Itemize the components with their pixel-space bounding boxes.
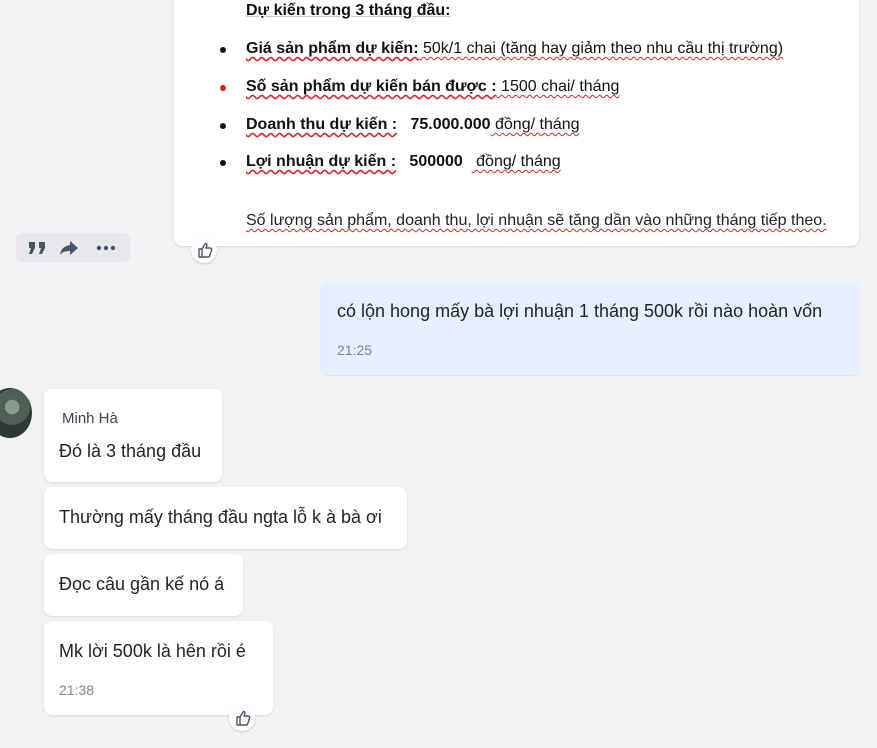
- doc-item-amount: 500000: [409, 153, 463, 170]
- doc-list-item: Doanh thu dự kiến : 75.000.000 đồng/ thá…: [220, 116, 580, 134]
- message-text: Đọc câu gần kế nó á: [59, 574, 225, 594]
- forward-icon[interactable]: [57, 237, 81, 259]
- doc-heading: Dự kiến trong 3 tháng đầu:: [246, 2, 451, 19]
- incoming-message-bubble[interactable]: Minh Hà Đó là 3 tháng đầu: [44, 389, 222, 482]
- outgoing-message-bubble[interactable]: có lộn hong mấy bà lợi nhuận 1 tháng 500…: [321, 282, 860, 375]
- doc-item-key: Doanh thu dự kiến :: [246, 116, 398, 133]
- thumbs-up-icon: [198, 242, 213, 258]
- message-text: Thường mấy tháng đầu ngta lỗ k à bà ơi: [59, 507, 382, 527]
- doc-item-amount: 75.000.000: [410, 116, 491, 133]
- doc-item-value: 1500 chai/ tháng: [496, 78, 620, 95]
- message-time: 21:38: [59, 682, 95, 698]
- more-icon[interactable]: [94, 237, 118, 259]
- like-reaction-button[interactable]: [191, 237, 217, 263]
- thumbs-up-icon: [236, 710, 251, 726]
- doc-item-key: Lợi nhuận dự kiến :: [246, 153, 397, 170]
- message-action-bar: [16, 233, 130, 262]
- bullet: [220, 85, 226, 91]
- doc-item-value: đồng/ tháng: [490, 116, 580, 133]
- incoming-message-bubble[interactable]: Đọc câu gần kế nó á: [44, 554, 243, 616]
- bullet: [220, 47, 226, 53]
- doc-note: Số lượng sản phẩm, doanh thu, lợi nhuận …: [246, 212, 827, 229]
- message-text: Mk lời 500k là hên rồi é: [59, 641, 246, 661]
- message-text: có lộn hong mấy bà lợi nhuận 1 tháng 500…: [337, 301, 823, 321]
- doc-list-item: Số sản phẩm dự kiến bán được : 1500 chai…: [220, 78, 620, 96]
- incoming-message-bubble[interactable]: Mk lời 500k là hên rồi é 21:38: [44, 621, 273, 715]
- incoming-message-bubble[interactable]: Thường mấy tháng đầu ngta lỗ k à bà ơi: [44, 487, 407, 549]
- sender-name: Minh Hà: [62, 410, 118, 427]
- doc-list-item: Giá sản phẩm dự kiến: 50k/1 chai (tăng h…: [220, 40, 784, 58]
- doc-item-key: Giá sản phẩm dự kiến:: [246, 40, 419, 57]
- quote-icon[interactable]: [26, 237, 50, 259]
- document-message-bubble: Dự kiến trong 3 tháng đầu: Giá sản phẩm …: [174, 0, 859, 246]
- like-reaction-button[interactable]: [229, 705, 255, 731]
- doc-item-value: 50k/1 chai (tăng hay giảm theo nhu cầu t…: [418, 40, 784, 57]
- bullet: [220, 160, 226, 166]
- message-text: Đó là 3 tháng đầu: [59, 441, 202, 461]
- bullet: [220, 123, 226, 129]
- doc-item-value: đồng/ tháng: [471, 153, 561, 170]
- avatar[interactable]: [0, 388, 32, 438]
- message-time: 21:25: [337, 342, 373, 358]
- doc-item-key: Số sản phẩm dự kiến bán được :: [246, 78, 497, 95]
- doc-list-item: Lợi nhuận dự kiến : 500000 đồng/ tháng: [220, 153, 561, 171]
